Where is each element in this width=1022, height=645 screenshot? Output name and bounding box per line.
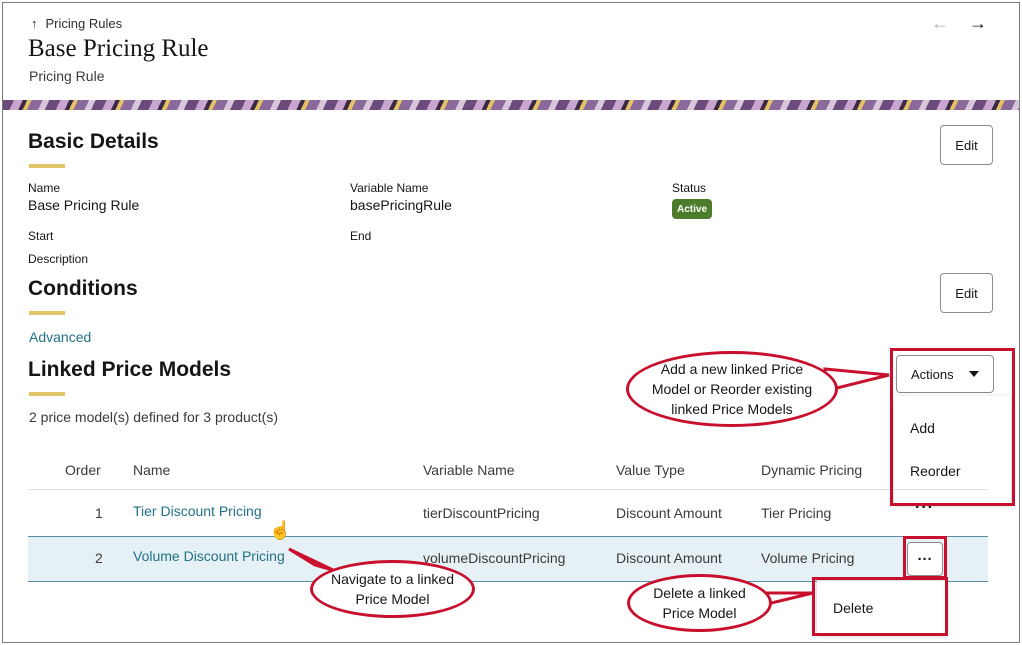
section-underline bbox=[29, 392, 65, 396]
column-header-name[interactable]: Name bbox=[133, 462, 170, 478]
basic-details-title: Basic Details bbox=[28, 130, 159, 153]
annotation-highlight-delete bbox=[812, 577, 948, 636]
row-name-link[interactable]: Volume Discount Pricing bbox=[133, 548, 285, 564]
basic-details-edit-button[interactable]: Edit bbox=[940, 125, 993, 165]
section-underline bbox=[29, 164, 65, 168]
arrow-left-icon[interactable]: ← bbox=[931, 13, 949, 34]
conditions-edit-button[interactable]: Edit bbox=[940, 273, 993, 313]
column-header-order[interactable]: Order bbox=[65, 462, 101, 478]
annotation-highlight-more bbox=[903, 536, 947, 579]
row-order: 2 bbox=[95, 550, 103, 566]
page-subtitle: Pricing Rule bbox=[29, 68, 105, 84]
variable-name-value: basePricingRule bbox=[350, 197, 452, 213]
row-order: 1 bbox=[95, 505, 103, 521]
linked-models-summary: 2 price model(s) defined for 3 product(s… bbox=[29, 409, 278, 425]
advanced-link[interactable]: Advanced bbox=[29, 329, 91, 345]
callout-delete: Delete a linked Price Model bbox=[627, 574, 772, 632]
row-value-type: Discount Amount bbox=[616, 505, 722, 521]
callout-add-reorder: Add a new linked Price Model or Reorder … bbox=[626, 351, 838, 427]
hand-cursor-icon: ☝ bbox=[269, 520, 292, 540]
column-header-variable-name[interactable]: Variable Name bbox=[423, 462, 515, 478]
page-title: Base Pricing Rule bbox=[28, 35, 209, 62]
status-badge: Active bbox=[672, 199, 712, 219]
table-divider bbox=[28, 489, 988, 490]
arrow-right-icon[interactable]: → bbox=[969, 13, 987, 34]
annotation-highlight-actions bbox=[890, 348, 1015, 506]
app-frame: ↑ Pricing Rules Base Pricing Rule Pricin… bbox=[2, 2, 1020, 643]
row-dynamic-pricing: Tier Pricing bbox=[761, 505, 832, 521]
callout-navigate: Navigate to a linked Price Model bbox=[310, 560, 475, 618]
status-label: Status bbox=[672, 181, 707, 195]
row-name-link[interactable]: Tier Discount Pricing bbox=[133, 503, 262, 519]
description-label: Description bbox=[28, 252, 89, 266]
decorative-banner bbox=[3, 100, 1019, 110]
breadcrumb[interactable]: ↑ Pricing Rules bbox=[31, 16, 122, 31]
breadcrumb-label[interactable]: Pricing Rules bbox=[46, 16, 123, 31]
row-variable-name: tierDiscountPricing bbox=[423, 505, 540, 521]
section-underline bbox=[29, 311, 65, 315]
name-value: Base Pricing Rule bbox=[28, 197, 140, 213]
arrow-up-icon: ↑ bbox=[31, 16, 38, 31]
linked-models-title: Linked Price Models bbox=[28, 358, 232, 381]
page-header: ↑ Pricing Rules Base Pricing Rule Pricin… bbox=[3, 3, 1019, 101]
row-dynamic-pricing: Volume Pricing bbox=[761, 550, 855, 566]
variable-name-label: Variable Name bbox=[350, 181, 429, 195]
name-label: Name bbox=[28, 181, 61, 195]
conditions-title: Conditions bbox=[28, 277, 138, 300]
row-value-type: Discount Amount bbox=[616, 550, 722, 566]
start-label: Start bbox=[28, 229, 54, 243]
end-label: End bbox=[350, 229, 372, 243]
column-header-value-type[interactable]: Value Type bbox=[616, 462, 685, 478]
row-variable-name: volumeDiscountPricing bbox=[423, 550, 566, 566]
column-header-dynamic-pricing[interactable]: Dynamic Pricing bbox=[761, 462, 862, 478]
